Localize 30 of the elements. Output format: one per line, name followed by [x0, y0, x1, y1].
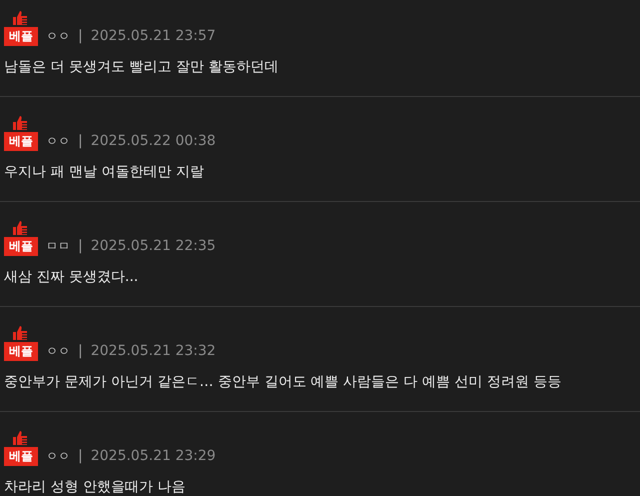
author-name: ㅇㅇ: [46, 448, 70, 465]
separator: |: [78, 26, 83, 46]
thumbs-up-icon: [12, 10, 28, 26]
separator: |: [78, 342, 83, 360]
author-name: ㅇㅇ: [46, 133, 70, 150]
comment-date: 2025.05.21 23:32: [90, 342, 216, 360]
comment-date: 2025.05.21 22:35: [90, 236, 216, 256]
thumbs-up-icon: [12, 430, 28, 446]
comment-date: 2025.05.22 00:38: [90, 132, 216, 150]
best-comment-badge: 베플: [4, 26, 38, 46]
comment-date: 2025.05.21 23:57: [90, 26, 216, 46]
thumbs-up-icon: [12, 220, 28, 236]
author-name: ㅇㅇ: [46, 28, 70, 45]
thumbs-up-icon: [12, 325, 28, 341]
best-comment-badge: 베플: [4, 446, 38, 466]
comment-text: 차라리 성형 안했을때가 나음: [4, 478, 186, 496]
comment-text: 남돌은 더 못생겨도 빨리고 잘만 활동하던데: [4, 58, 280, 76]
author-name: ㅇㅇ: [46, 343, 70, 360]
best-comment-badge: 베플: [4, 132, 38, 150]
best-comment-badge: 베플: [4, 342, 38, 360]
comment-date: 2025.05.21 23:29: [90, 446, 216, 466]
best-comment-badge: 베플: [4, 236, 38, 256]
separator: |: [78, 446, 83, 466]
comment-text: 우지나 패 맨날 여돌한테만 지랄: [4, 163, 205, 181]
thumbs-up-icon: [12, 115, 28, 131]
author-name: ㅁㅁ: [46, 238, 70, 255]
separator: |: [78, 236, 83, 256]
comment-text: 중안부가 문제가 아닌거 같은ㄷ… 중안부 길어도 예쁠 사람들은 다 예쁨 선미 정려원 등등: [4, 373, 562, 391]
separator: |: [78, 132, 83, 150]
comment-text: 새삼 진짜 못생겼다...: [4, 268, 140, 286]
